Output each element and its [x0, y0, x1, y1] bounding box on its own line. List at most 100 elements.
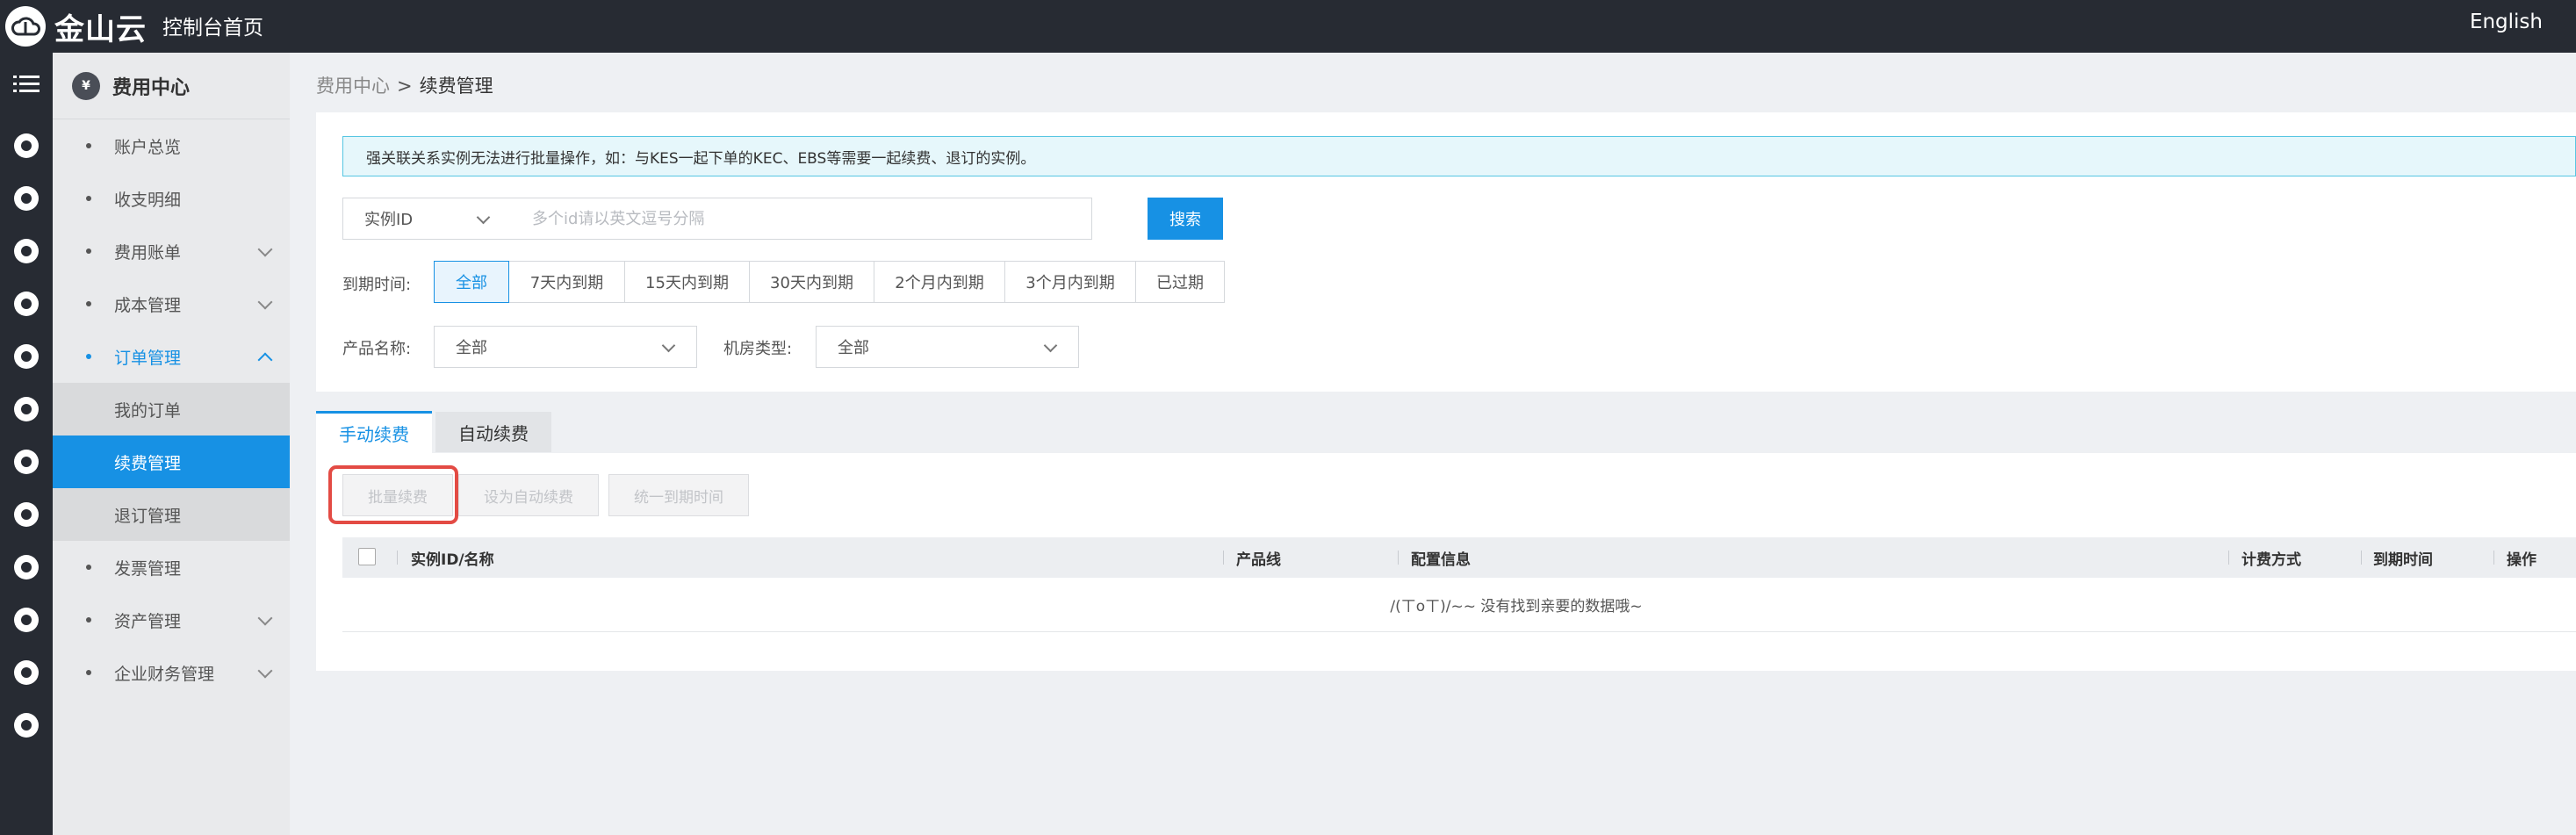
- hamburger-menu-icon[interactable]: [0, 67, 53, 102]
- chevron-down-icon: [257, 663, 273, 679]
- globe-icon[interactable]: [0, 128, 53, 163]
- search-db-icon[interactable]: [0, 339, 53, 374]
- expiry-label: 到期时间:: [342, 276, 412, 294]
- chevron-down-icon: [257, 241, 273, 257]
- sidebar-item-label: 订单管理: [114, 348, 182, 368]
- column-header-expiry: 到期时间: [2373, 551, 2433, 569]
- expiry-option-7d[interactable]: 7天内到期: [508, 261, 625, 303]
- chevron-down-icon: [1043, 338, 1058, 353]
- sidebar-item-label: 成本管理: [114, 295, 182, 315]
- column-divider: [1223, 551, 1224, 565]
- column-header-actions: 操作: [2507, 551, 2536, 569]
- expiry-option-2m[interactable]: 2个月内到期: [874, 261, 1005, 303]
- chevron-up-icon: [257, 352, 273, 368]
- sidebar-item-account-overview[interactable]: 账户总览: [53, 119, 290, 172]
- cloud-icon[interactable]: [0, 234, 53, 269]
- unify-expiry-button[interactable]: 统一到期时间: [608, 474, 749, 516]
- sidebar-item-bills[interactable]: 费用账单: [53, 225, 290, 277]
- expiry-option-3m[interactable]: 3个月内到期: [1004, 261, 1136, 303]
- sidebar-header: ¥ 费用中心: [53, 53, 290, 119]
- icon-rail: [0, 53, 53, 835]
- sidebar-item-label: 发票管理: [114, 558, 182, 579]
- sidebar-item-invoices[interactable]: 发票管理: [53, 541, 290, 594]
- logo-text: 金山云: [54, 11, 147, 47]
- room-type-label: 机房类型:: [723, 340, 793, 358]
- column-divider: [1398, 551, 1399, 565]
- cloud-logo-icon: [5, 6, 46, 47]
- server-icon[interactable]: [0, 392, 53, 427]
- breadcrumb: 费用中心 > 续费管理: [316, 72, 493, 98]
- select-all-checkbox[interactable]: [358, 548, 376, 565]
- breadcrumb-current: 续费管理: [419, 76, 493, 97]
- breadcrumb-separator: >: [397, 76, 413, 97]
- filter-panel: 强关联关系实例无法进行批量操作，如：与KES一起下单的KEC、EBS等需要一起续…: [316, 112, 2576, 392]
- sidebar-title: 费用中心: [112, 76, 191, 99]
- column-divider: [2361, 551, 2362, 565]
- renewal-tabs: 手动续费 自动续费: [316, 411, 2576, 453]
- product-select-value: 全部: [456, 339, 487, 357]
- notice-banner: 强关联关系实例无法进行批量操作，如：与KES一起下单的KEC、EBS等需要一起续…: [342, 136, 2576, 176]
- sidebar-item-label: 账户总览: [114, 137, 182, 157]
- search-field-value: 实例ID: [364, 211, 414, 229]
- bullet-icon: [86, 565, 91, 570]
- search-input[interactable]: [511, 198, 1092, 240]
- sidebar-subitem-my-orders[interactable]: 我的订单: [53, 383, 290, 435]
- database-icon[interactable]: [0, 286, 53, 321]
- tab-manual-renewal[interactable]: 手动续费: [316, 411, 432, 453]
- chevron-down-icon: [476, 210, 491, 225]
- storage-icon[interactable]: [0, 550, 53, 585]
- bullet-icon: [86, 354, 91, 359]
- column-header-instance: 实例ID/名称: [411, 551, 494, 569]
- renewal-list-panel: 批量续费 设为自动续费 统一到期时间 实例ID/名称 产品线 配置信息 计费方式…: [316, 453, 2576, 671]
- bullet-icon: [86, 196, 91, 201]
- sidebar-subitem-unsubscribe[interactable]: 退订管理: [53, 488, 290, 541]
- bullet-icon: [86, 670, 91, 675]
- table-header: 实例ID/名称 产品线 配置信息 计费方式 到期时间 操作: [342, 537, 2576, 578]
- batch-renew-button[interactable]: 批量续费: [342, 474, 453, 516]
- bullet-icon: [86, 143, 91, 148]
- tab-auto-renewal[interactable]: 自动续费: [435, 412, 551, 452]
- id-card-icon[interactable]: [0, 497, 53, 532]
- network-icon[interactable]: [0, 444, 53, 479]
- sidebar-subitem-renewal[interactable]: 续费管理: [53, 435, 290, 488]
- sidebar: ¥ 费用中心 账户总览 收支明细 费用账单 成本管理 订单管理 我的订单 续费管…: [53, 53, 290, 835]
- search-field-select[interactable]: 实例ID: [342, 198, 512, 240]
- language-switch[interactable]: English: [2470, 11, 2543, 33]
- column-divider: [2493, 551, 2494, 565]
- chevron-down-icon: [257, 610, 273, 626]
- expiry-option-expired[interactable]: 已过期: [1135, 261, 1225, 303]
- table-empty-message: /(ㄒoㄒ)/~~ 没有找到亲要的数据哦~: [342, 578, 2576, 632]
- room-type-select-value: 全部: [838, 339, 869, 357]
- bullet-icon: [86, 248, 91, 254]
- topology-icon[interactable]: [0, 655, 53, 690]
- room-type-select[interactable]: 全部: [816, 326, 1079, 368]
- console-home-link[interactable]: 控制台首页: [162, 11, 263, 40]
- sidebar-item-label: 资产管理: [114, 611, 182, 631]
- sidebar-item-assets[interactable]: 资产管理: [53, 594, 290, 646]
- compass-icon[interactable]: [0, 181, 53, 216]
- column-header-config: 配置信息: [1411, 551, 1471, 569]
- sidebar-item-transactions[interactable]: 收支明细: [53, 172, 290, 225]
- bullet-icon: [86, 301, 91, 306]
- cloud-service-icon[interactable]: [0, 708, 53, 743]
- expiry-option-all[interactable]: 全部: [434, 261, 509, 303]
- bullet-icon: [86, 617, 91, 623]
- expiry-option-15d[interactable]: 15天内到期: [624, 261, 750, 303]
- logo[interactable]: 金山云: [5, 5, 147, 47]
- money-bag-icon: ¥: [72, 71, 100, 100]
- sidebar-item-label: 收支明细: [114, 190, 182, 210]
- column-divider: [397, 551, 398, 565]
- search-button[interactable]: 搜索: [1148, 198, 1223, 240]
- set-auto-renew-button[interactable]: 设为自动续费: [458, 474, 599, 516]
- column-divider: [2228, 551, 2229, 565]
- sidebar-item-cost[interactable]: 成本管理: [53, 277, 290, 330]
- stack-icon[interactable]: [0, 602, 53, 637]
- sidebar-item-label: 费用账单: [114, 242, 182, 263]
- product-select[interactable]: 全部: [434, 326, 697, 368]
- expiry-option-30d[interactable]: 30天内到期: [749, 261, 874, 303]
- breadcrumb-parent[interactable]: 费用中心: [316, 76, 390, 97]
- chevron-down-icon: [661, 338, 676, 353]
- sidebar-item-orders[interactable]: 订单管理: [53, 330, 290, 383]
- sidebar-item-enterprise-finance[interactable]: 企业财务管理: [53, 646, 290, 699]
- sidebar-item-label: 企业财务管理: [114, 664, 215, 684]
